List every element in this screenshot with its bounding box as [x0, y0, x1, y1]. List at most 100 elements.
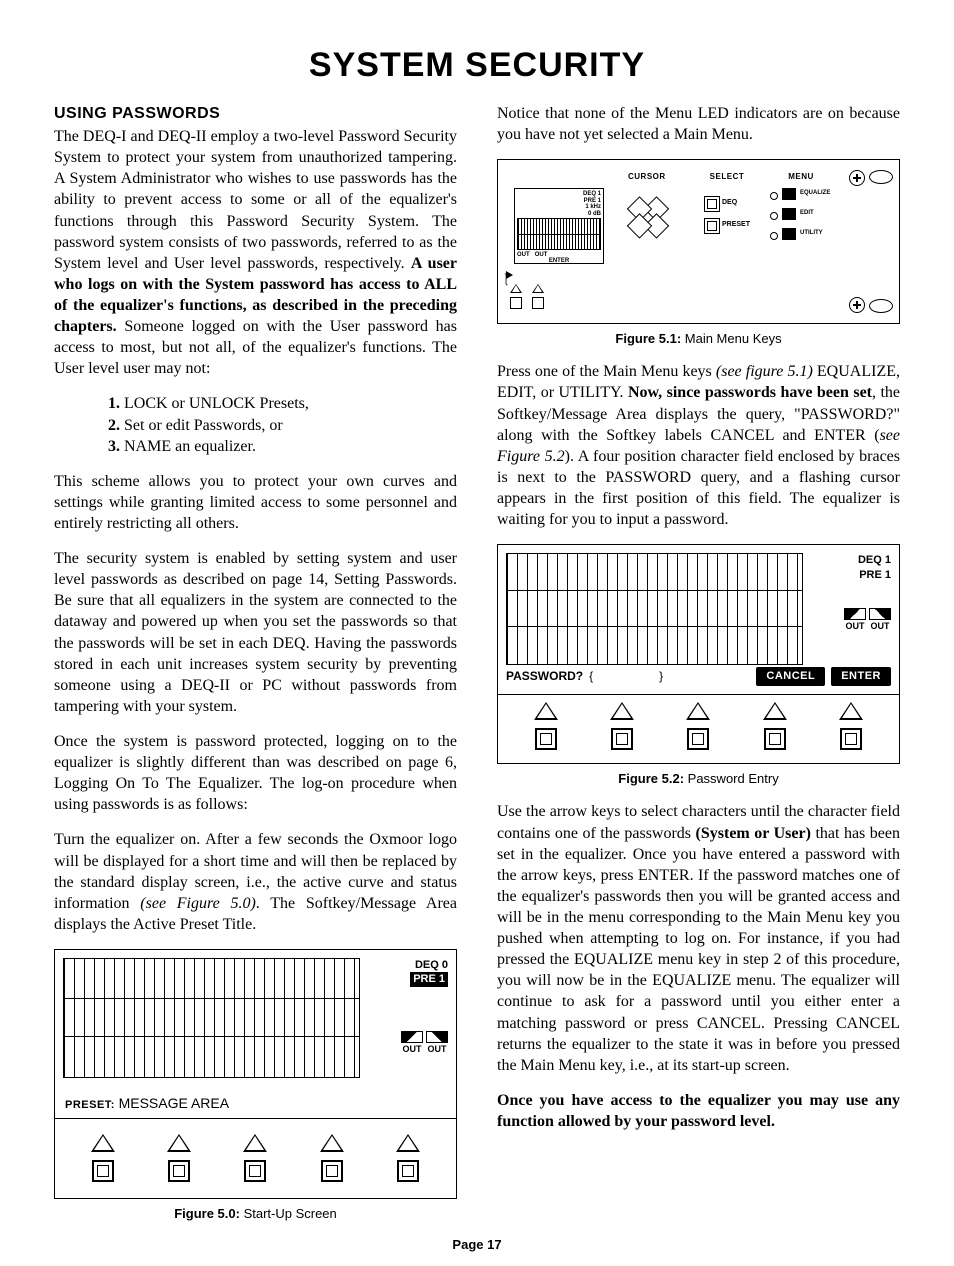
square-icon [764, 728, 786, 750]
figure-caption: Figure 5.0: Start-Up Screen [54, 1205, 457, 1222]
list-item: 2. Set or edit Passwords, or [108, 415, 457, 436]
caption-text: Main Menu Keys [681, 331, 781, 346]
softkey-row [498, 694, 899, 763]
handle-icon [869, 299, 893, 313]
figure-caption: Figure 5.2: Password Entry [497, 770, 900, 787]
square-icon [611, 728, 633, 750]
preset-label: PRESET: [65, 1099, 115, 1111]
text-bold: Once you have access to the equalizer yo… [497, 1092, 900, 1130]
para: This scheme allows you to protect your o… [54, 471, 457, 534]
out-icon: OUT [869, 608, 891, 633]
para: The security system is enabled by settin… [54, 548, 457, 717]
lcd-out: OUT [517, 252, 530, 258]
square-icon [687, 728, 709, 750]
menu-label: EDIT [800, 210, 814, 218]
lcd-khz: 1 kHz [585, 204, 601, 210]
softkey [534, 702, 558, 750]
text: that has been set in the equalizer. Once… [497, 825, 900, 1074]
right-column: Notice that none of the Menu LED indicat… [497, 103, 900, 1236]
menu-edit: EDIT [782, 208, 814, 220]
triangle-icon [610, 702, 634, 720]
para-intro: The DEQ-I and DEQ-II employ a two-level … [54, 126, 457, 379]
square-icon [397, 1160, 419, 1182]
softkey [839, 702, 863, 750]
para: Turn the equalizer on. After a few secon… [54, 829, 457, 935]
lcd-enter: ENTER [517, 258, 601, 264]
list-item: 1. LOCK or UNLOCK Presets, [108, 393, 457, 414]
section-heading: USING PASSWORDS [54, 103, 457, 124]
out-icon: OUT [844, 608, 866, 633]
deq-btn-label: DEQ [722, 198, 737, 207]
menu-label: MENU [788, 172, 814, 183]
deq-label: DEQ 0 [368, 958, 448, 972]
lcd-deq: DEQ 1 [583, 191, 601, 197]
caption-text: Password Entry [684, 771, 779, 786]
lcd-pre: PRE 1 [584, 198, 601, 204]
out-icon: OUT [401, 1031, 423, 1056]
cursor-diamond [620, 188, 677, 245]
figure-caption: Figure 5.1: Main Menu Keys [497, 330, 900, 347]
square-icon [535, 728, 557, 750]
para: Once the system is password protected, l… [54, 731, 457, 815]
eq-graph [506, 553, 803, 665]
triangle-icon [167, 1134, 191, 1152]
list-item: 3. NAME an equalizer. [108, 436, 457, 457]
square-icon [168, 1160, 190, 1182]
square-icon [510, 297, 522, 309]
square-icon [840, 728, 862, 750]
text-bold: Now, since passwords have been set [628, 384, 872, 401]
out-text: OUT [402, 1044, 421, 1054]
triangle-icon [243, 1134, 267, 1152]
triangle-icon [839, 702, 863, 720]
password-label: PASSWORD? [506, 669, 583, 685]
list-num: 2. [108, 417, 120, 434]
list-text: Set or edit Passwords, or [120, 417, 283, 434]
softkey [320, 1134, 344, 1182]
menu-label: UTILITY [800, 230, 823, 238]
screw-icon [849, 297, 865, 313]
triangle-icon [763, 702, 787, 720]
figure-5-1: CURSOR SELECT MENU DEQ 1 PRE 1 1 kHz 0 d… [497, 159, 900, 324]
list-num: 1. [108, 395, 120, 412]
eq-graph [63, 958, 360, 1078]
preset-btn-label: PRESET [722, 220, 750, 229]
triangle-icon [396, 1134, 420, 1152]
figure-5-0: DEQ 0 PRE 1 OUT OUT PRESET: MESSAGE AREA [54, 949, 457, 1199]
left-column: USING PASSWORDS The DEQ-I and DEQ-II emp… [54, 103, 457, 1236]
square-icon [92, 1160, 114, 1182]
diamond-btn [627, 213, 652, 238]
status-panel: DEQ 0 PRE 1 OUT OUT [360, 958, 448, 1090]
preset-button [704, 218, 720, 234]
page-footer: Page 17 [0, 1237, 954, 1252]
cursor-label: CURSOR [628, 172, 666, 183]
message-text: MESSAGE AREA [119, 1095, 229, 1111]
para: Press one of the Main Menu keys (see fig… [497, 361, 900, 530]
led-icon [770, 192, 778, 200]
square-icon [532, 297, 544, 309]
out-text: OUT [428, 1044, 447, 1054]
para-bold: Once you have access to the equalizer yo… [497, 1090, 900, 1132]
pre-label: PRE 1 [410, 972, 448, 986]
menu-equalize: EQUALIZE [782, 188, 830, 200]
handle-icon [869, 170, 893, 184]
menu-utility: UTILITY [782, 228, 823, 240]
list-num: 3. [108, 438, 120, 455]
text-bold: (System or User) [696, 825, 811, 842]
softkey [243, 1134, 267, 1182]
triangle-icon [91, 1134, 115, 1152]
status-panel: DEQ 1 PRE 1 OUT OUT [803, 553, 891, 665]
mini-lcd: DEQ 1 PRE 1 1 kHz 0 dB OUT OUT ENTER [514, 188, 604, 264]
triangle-icon [534, 702, 558, 720]
para: Notice that none of the Menu LED indicat… [497, 103, 900, 145]
softkey [686, 702, 710, 750]
under-keys [510, 284, 544, 309]
triangle-icon [532, 284, 544, 293]
text: The DEQ-I and DEQ-II employ a two-level … [54, 128, 457, 272]
text-italic: (see Figure 5.0) [140, 895, 256, 912]
out-text: OUT [871, 621, 890, 631]
led-icon [770, 232, 778, 240]
caption-label: Figure 5.0: [174, 1206, 240, 1221]
para: Use the arrow keys to select characters … [497, 801, 900, 1075]
caption-text: Start-Up Screen [240, 1206, 337, 1221]
select-label: SELECT [710, 172, 745, 183]
